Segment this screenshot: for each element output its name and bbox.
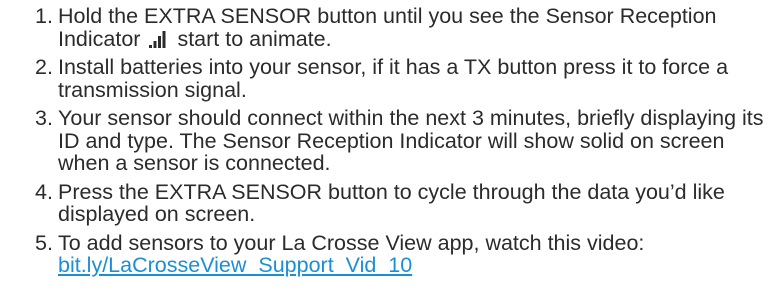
step-number: 2. (35, 55, 53, 79)
step-text-continued: start to animate. (177, 26, 332, 51)
step-number: 5. (35, 230, 53, 255)
step-item: 5. To add sensors to your La Crosse View… (0, 230, 774, 277)
step-text: Your sensor should connect within the ne… (58, 106, 764, 175)
step-number: 3. (35, 106, 53, 130)
step-item: 2. Install batteries into your sensor, i… (0, 56, 774, 101)
step-number: 1. (35, 4, 53, 28)
instructions-document: 1. Hold the EXTRA SENSOR button until yo… (0, 0, 774, 304)
step-text: Press the EXTRA SENSOR button to cycle t… (58, 179, 725, 226)
step-item: 4. Press the EXTRA SENSOR button to cycl… (0, 179, 774, 226)
step-item: 1. Hold the EXTRA SENSOR button until yo… (0, 5, 774, 50)
support-video-link[interactable]: bit.ly/LaCrosseView_Support_Vid_10 (58, 253, 412, 277)
step-item: 3. Your sensor should connect within the… (0, 107, 774, 175)
step-text: Install batteries into your sensor, if i… (58, 55, 729, 102)
steps-list: 1. Hold the EXTRA SENSOR button until yo… (0, 5, 774, 277)
step-number: 4. (35, 179, 53, 204)
signal-strength-icon (149, 30, 167, 48)
step-text: To add sensors to your La Crosse View ap… (58, 230, 645, 255)
